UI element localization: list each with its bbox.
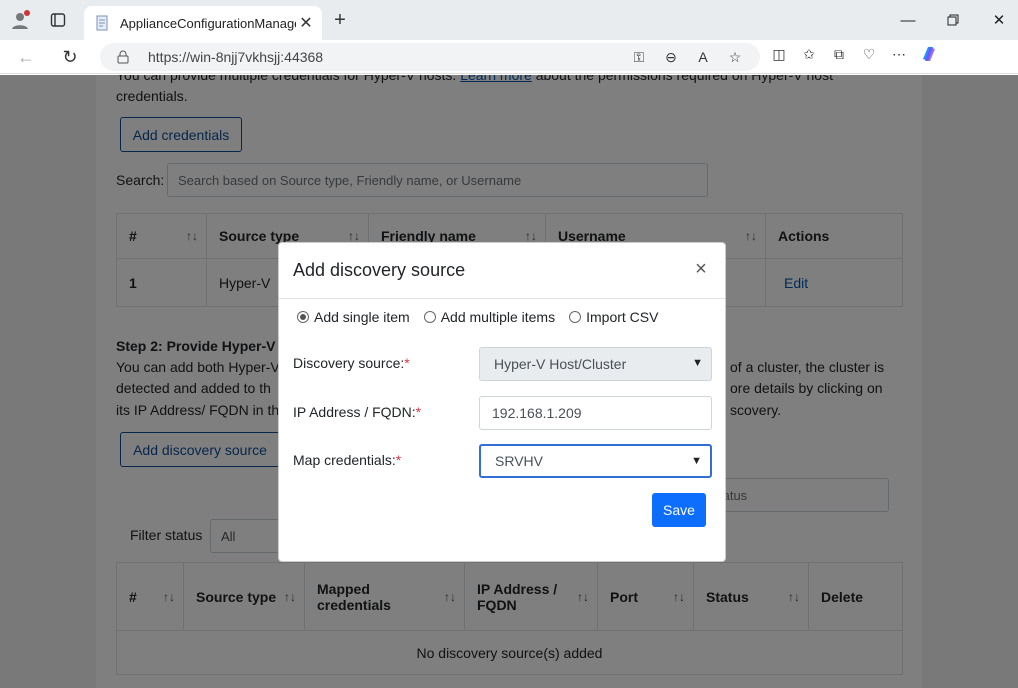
radio-label: Import CSV (586, 309, 659, 325)
map-credentials-label-text: Map credentials: (293, 452, 396, 468)
url-text: https://win-8njj7vkhsjj:44368 (148, 49, 324, 65)
split-screen-icon[interactable]: ◫ (770, 45, 788, 63)
restore-icon[interactable] (941, 10, 965, 30)
input-mode-radio-group: Add single item Add multiple items Impor… (297, 309, 658, 325)
radio-selected-icon[interactable] (297, 311, 309, 323)
radio-label: Add single item (314, 309, 410, 325)
collections-icon[interactable]: ⧉ (830, 45, 848, 63)
map-credentials-label: Map credentials:* (293, 452, 401, 468)
add-discovery-source-modal: Add discovery source × Add single item A… (278, 242, 726, 562)
address-bar[interactable]: https://win-8njj7vkhsjj:44368 ⚿ ⊖ A ☆ (100, 43, 760, 71)
chevron-down-icon: ▼ (691, 455, 702, 467)
required-mark: * (415, 404, 422, 420)
tab-title: ApplianceConfigurationManager (120, 15, 296, 31)
new-tab-icon[interactable]: + (330, 10, 350, 30)
radio-unselected-icon[interactable] (569, 311, 582, 323)
required-mark: * (395, 452, 402, 468)
discovery-source-select[interactable]: Hyper-V Host/Cluster ▼ (479, 347, 712, 381)
page-favicon-icon (94, 15, 110, 31)
ip-address-label: IP Address / FQDN:* (293, 404, 421, 420)
tab-actions-icon[interactable] (46, 8, 70, 32)
back-icon[interactable]: ← (14, 45, 38, 69)
discovery-source-value: Hyper-V Host/Cluster (494, 356, 627, 372)
key-icon[interactable]: ⚿ (630, 48, 648, 66)
zoom-icon[interactable]: ⊖ (662, 48, 680, 66)
radio-import-csv[interactable]: Import CSV (569, 309, 658, 325)
radio-add-multiple-items[interactable]: Add multiple items (423, 309, 556, 325)
modal-close-icon[interactable]: × (691, 257, 711, 281)
discovery-source-label: Discovery source:* (293, 355, 410, 371)
modal-title: Add discovery source (293, 260, 466, 280)
ip-address-label-text: IP Address / FQDN: (293, 404, 416, 420)
more-menu-icon[interactable]: ⋯ (890, 45, 908, 63)
radio-unselected-icon[interactable] (423, 311, 436, 323)
tab-close-icon[interactable]: ✕ (296, 13, 316, 33)
refresh-icon[interactable]: ↻ (58, 45, 82, 69)
ip-address-input[interactable]: 192.168.1.209 (479, 396, 712, 430)
browser-tab-bar: ApplianceConfigurationManager ✕ + — ✕ (0, 0, 1018, 40)
lock-icon (116, 50, 130, 64)
read-aloud-icon[interactable]: A (694, 48, 712, 66)
browser-tab[interactable]: ApplianceConfigurationManager ✕ (84, 6, 322, 40)
window-close-icon[interactable]: ✕ (987, 10, 1011, 30)
modal-header: Add discovery source × (279, 243, 725, 299)
favorites-icon[interactable]: ✩ (800, 45, 818, 63)
radio-label: Add multiple items (440, 309, 556, 325)
favorite-star-icon[interactable]: ☆ (726, 48, 744, 66)
profile-icon[interactable] (8, 8, 32, 32)
radio-add-single-item[interactable]: Add single item (297, 309, 410, 325)
discovery-source-label-text: Discovery source: (293, 355, 405, 371)
chevron-down-icon: ▼ (692, 357, 703, 369)
required-mark: * (404, 355, 410, 371)
copilot-icon[interactable] (920, 45, 938, 63)
map-credentials-select[interactable]: SRVHV ▼ (479, 444, 712, 478)
save-button[interactable]: Save (652, 493, 706, 527)
minimize-icon[interactable]: — (896, 10, 920, 30)
address-toolbar: ← ↻ https://win-8njj7vkhsjj:44368 ⚿ ⊖ A … (0, 40, 1018, 74)
map-credentials-value: SRVHV (495, 453, 543, 469)
health-icon[interactable]: ♡ (860, 45, 878, 63)
